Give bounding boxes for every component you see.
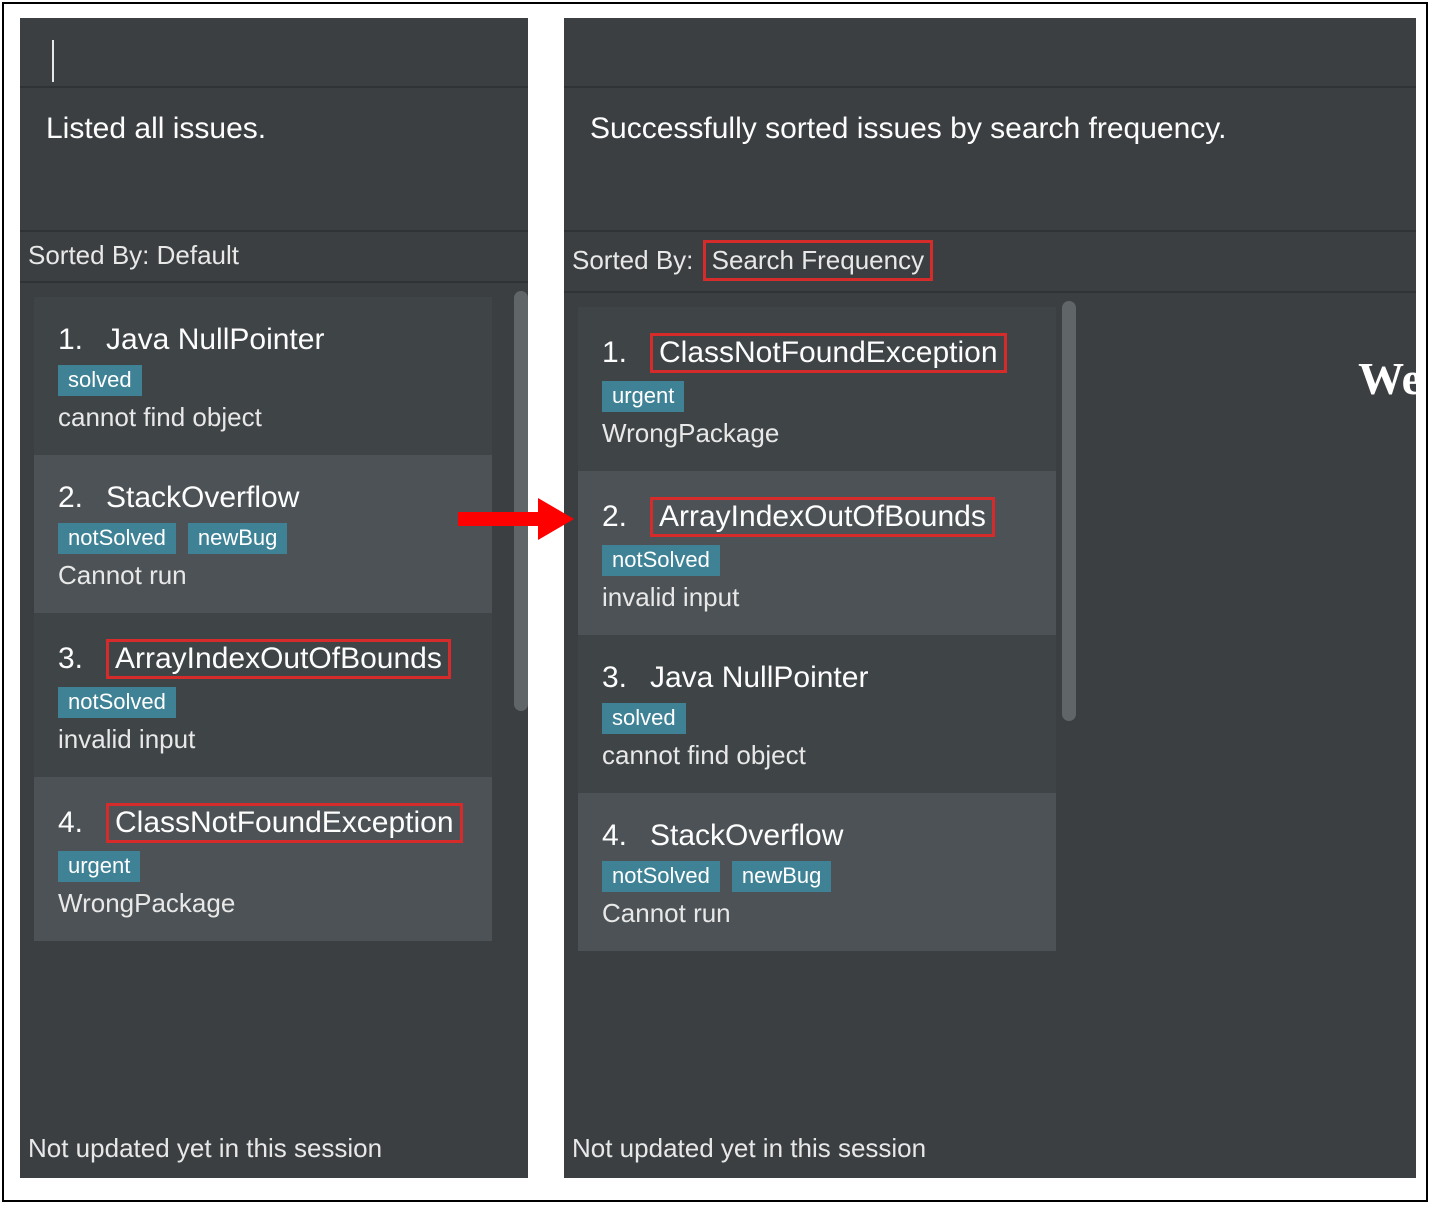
issue-card[interactable]: 3. Java NullPointer solved cannot find obje… bbox=[578, 635, 1056, 793]
issue-description: WrongPackage bbox=[602, 418, 1036, 449]
issue-card[interactable]: 1. ClassNotFoundException urgent WrongPacka… bbox=[578, 307, 1056, 471]
issue-card[interactable]: 1. Java NullPointer solved cannot find obje… bbox=[34, 297, 492, 455]
issue-tags: urgent bbox=[602, 381, 1036, 412]
issue-title: Java NullPointer bbox=[106, 323, 324, 357]
issue-index: 2. bbox=[602, 500, 636, 534]
issue-list: 1. ClassNotFoundException urgent WrongPacka… bbox=[564, 293, 1416, 965]
issue-description: cannot find object bbox=[602, 740, 1036, 771]
issue-card[interactable]: 4. ClassNotFoundException urgent WrongPacka… bbox=[34, 777, 492, 941]
issue-card[interactable]: 2. ArrayIndexOutOfBounds notSolved invalid … bbox=[578, 471, 1056, 635]
tag: urgent bbox=[58, 851, 140, 882]
panel-after: Successfully sorted issues by search fre… bbox=[564, 18, 1416, 1178]
issue-description: WrongPackage bbox=[58, 888, 472, 919]
footer-status: Not updated yet in this session bbox=[572, 1133, 926, 1164]
issue-index: 3. bbox=[602, 661, 636, 695]
issue-index: 2. bbox=[58, 481, 92, 515]
issue-index: 4. bbox=[58, 806, 92, 840]
tag: newBug bbox=[188, 523, 288, 554]
issue-tags: notSolved newBug bbox=[58, 523, 472, 554]
issue-tags: solved bbox=[602, 703, 1036, 734]
tag: urgent bbox=[602, 381, 684, 412]
issue-index: 1. bbox=[58, 323, 92, 357]
issue-index: 3. bbox=[58, 642, 92, 676]
partial-heading-text: We bbox=[1358, 352, 1422, 405]
issue-description: cannot find object bbox=[58, 402, 472, 433]
issue-title: ArrayIndexOutOfBounds bbox=[106, 639, 451, 679]
issue-title: ClassNotFoundException bbox=[106, 803, 463, 843]
status-message: Listed all issues. bbox=[20, 88, 528, 232]
panel-before: Listed all issues. Sorted By: Default 1.… bbox=[20, 18, 528, 1178]
issue-tags: notSolved bbox=[602, 545, 1036, 576]
comparison-canvas: Listed all issues. Sorted By: Default 1.… bbox=[2, 2, 1428, 1202]
issue-tags: solved bbox=[58, 365, 472, 396]
issue-description: invalid input bbox=[58, 724, 472, 755]
scrollbar[interactable] bbox=[1062, 301, 1076, 721]
status-message: Successfully sorted issues by search fre… bbox=[564, 88, 1416, 232]
issue-title: StackOverflow bbox=[650, 819, 843, 853]
scrollbar[interactable] bbox=[514, 291, 528, 711]
issue-card[interactable]: 4. StackOverflow notSolved newBug Cannot run bbox=[578, 793, 1056, 951]
tag: notSolved bbox=[602, 861, 720, 892]
issue-list: 1. Java NullPointer solved cannot find obje… bbox=[20, 283, 528, 955]
sorted-by-row: Sorted By: Default bbox=[20, 232, 528, 283]
sorted-by-value: Default bbox=[157, 240, 239, 270]
issue-description: invalid input bbox=[602, 582, 1036, 613]
tag: notSolved bbox=[58, 523, 176, 554]
sorted-by-row: Sorted By: Search Frequency bbox=[564, 232, 1416, 293]
issue-tags: urgent bbox=[58, 851, 472, 882]
issue-card[interactable]: 3. ArrayIndexOutOfBounds notSolved invalid … bbox=[34, 613, 492, 777]
tag: solved bbox=[58, 365, 142, 396]
tag: solved bbox=[602, 703, 686, 734]
tag: newBug bbox=[732, 861, 832, 892]
issue-index: 1. bbox=[602, 336, 636, 370]
sorted-by-label: Sorted By: bbox=[572, 245, 701, 275]
issue-title: StackOverflow bbox=[106, 481, 299, 515]
tag: notSolved bbox=[58, 687, 176, 718]
text-cursor bbox=[52, 40, 54, 82]
issue-tags: notSolved newBug bbox=[602, 861, 1036, 892]
issue-index: 4. bbox=[602, 819, 636, 853]
issue-title: ClassNotFoundException bbox=[650, 333, 1007, 373]
issue-description: Cannot run bbox=[602, 898, 1036, 929]
issue-title: Java NullPointer bbox=[650, 661, 868, 695]
tag: notSolved bbox=[602, 545, 720, 576]
issue-description: Cannot run bbox=[58, 560, 472, 591]
issue-card[interactable]: 2. StackOverflow notSolved newBug Cannot run bbox=[34, 455, 492, 613]
sorted-by-label: Sorted By: bbox=[28, 240, 157, 270]
issue-tags: notSolved bbox=[58, 687, 472, 718]
command-input-bar[interactable] bbox=[20, 18, 528, 88]
sorted-by-value: Search Frequency bbox=[703, 240, 933, 281]
footer-status: Not updated yet in this session bbox=[28, 1133, 382, 1164]
command-input-bar[interactable] bbox=[564, 18, 1416, 88]
issue-title: ArrayIndexOutOfBounds bbox=[650, 497, 995, 537]
